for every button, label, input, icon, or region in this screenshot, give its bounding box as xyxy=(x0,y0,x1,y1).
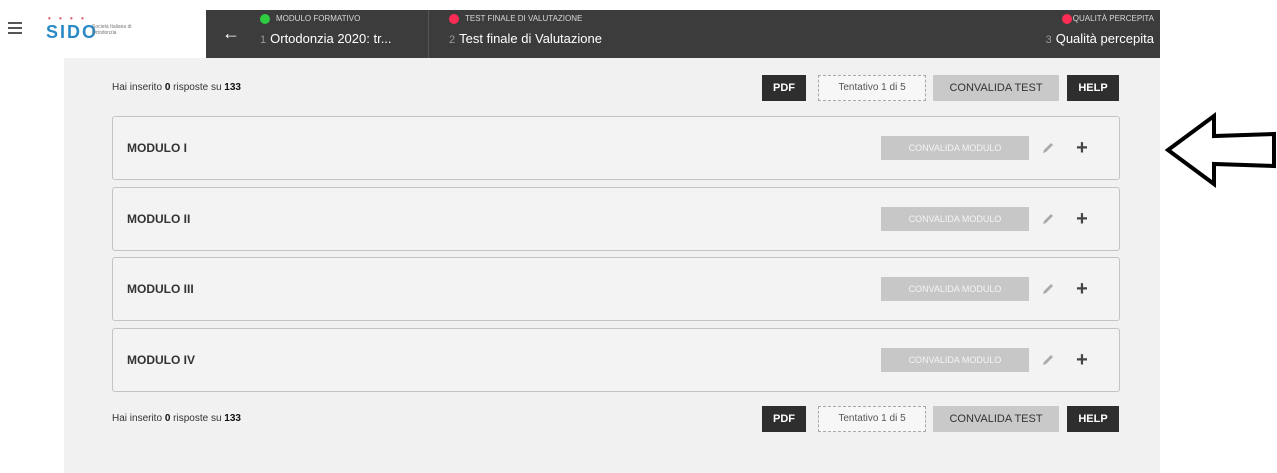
main-content: Hai inserito 0 risposte su 133 PDF Tenta… xyxy=(64,58,1160,473)
status-dot-icon xyxy=(260,14,270,24)
hamburger-menu-icon[interactable] xyxy=(8,22,22,34)
status-dot-icon xyxy=(1062,14,1072,24)
module-card[interactable]: MODULO III CONVALIDA MODULO + xyxy=(112,257,1120,321)
answers-summary: Hai inserito 0 risposte su 133 xyxy=(112,413,241,424)
pdf-button[interactable]: PDF xyxy=(762,406,806,432)
left-arrow-annotation-icon xyxy=(1164,112,1276,188)
summary-row-bottom: Hai inserito 0 risposte su 133 PDF Tenta… xyxy=(64,403,1160,437)
help-button[interactable]: HELP xyxy=(1067,75,1119,101)
module-card[interactable]: MODULO II CONVALIDA MODULO + xyxy=(112,187,1120,251)
module-card[interactable]: MODULO I CONVALIDA MODULO + xyxy=(112,116,1120,180)
back-arrow-icon[interactable]: ← xyxy=(222,24,240,42)
step-category: QUALITÀ PERCEPITA xyxy=(1072,14,1154,23)
step-number: 2 xyxy=(449,34,456,46)
expand-plus-icon[interactable]: + xyxy=(1073,136,1091,160)
course-step-bar: ← MODULO FORMATIVO 1 Ortodonzia 2020: tr.… xyxy=(206,10,1160,58)
step-modulo-formativo[interactable]: MODULO FORMATIVO 1 Ortodonzia 2020: tr... xyxy=(260,10,420,58)
validate-test-button[interactable]: CONVALIDA TEST xyxy=(933,75,1059,101)
step-category: MODULO FORMATIVO xyxy=(276,14,361,23)
step-qualita-percepita[interactable]: QUALITÀ PERCEPITA 3 Qualità percepita xyxy=(1012,10,1160,58)
step-number: 1 xyxy=(260,34,267,46)
expand-plus-icon[interactable]: + xyxy=(1073,277,1091,301)
expand-plus-icon[interactable]: + xyxy=(1073,348,1091,372)
logo-text: SIDO xyxy=(46,22,99,42)
validate-module-button[interactable]: CONVALIDA MODULO xyxy=(881,207,1029,231)
module-title: MODULO III xyxy=(127,282,194,296)
top-bar: • • • • SIDO Società Italiana di Ortodon… xyxy=(0,0,1277,60)
pencil-icon[interactable] xyxy=(1039,280,1057,298)
pencil-icon[interactable] xyxy=(1039,351,1057,369)
module-card[interactable]: MODULO IV CONVALIDA MODULO + xyxy=(112,328,1120,392)
sido-logo[interactable]: • • • • SIDO Società Italiana di Ortodon… xyxy=(46,14,146,46)
step-title: Ortodonzia 2020: tr... xyxy=(270,31,392,46)
pdf-button[interactable]: PDF xyxy=(762,75,806,101)
help-button[interactable]: HELP xyxy=(1067,406,1119,432)
module-title: MODULO IV xyxy=(127,353,195,367)
module-title: MODULO II xyxy=(127,212,191,226)
step-number: 3 xyxy=(1045,34,1052,46)
module-title: MODULO I xyxy=(127,141,187,155)
summary-row-top: Hai inserito 0 risposte su 133 PDF Tenta… xyxy=(64,72,1160,106)
validate-module-button[interactable]: CONVALIDA MODULO xyxy=(881,348,1029,372)
step-title: Test finale di Valutazione xyxy=(459,31,602,46)
validate-module-button[interactable]: CONVALIDA MODULO xyxy=(881,136,1029,160)
attempt-counter: Tentativo 1 di 5 xyxy=(818,406,926,432)
expand-plus-icon[interactable]: + xyxy=(1073,207,1091,231)
status-dot-icon xyxy=(449,14,459,24)
step-category: TEST FINALE DI VALUTAZIONE xyxy=(465,14,583,23)
pencil-icon[interactable] xyxy=(1039,210,1057,228)
validate-module-button[interactable]: CONVALIDA MODULO xyxy=(881,277,1029,301)
attempt-counter: Tentativo 1 di 5 xyxy=(818,75,926,101)
validate-test-button[interactable]: CONVALIDA TEST xyxy=(933,406,1059,432)
step-title: Qualità percepita xyxy=(1055,31,1154,46)
answers-summary: Hai inserito 0 risposte su 133 xyxy=(112,82,241,93)
logo-subtitle: Società Italiana di Ortodonzia xyxy=(92,24,132,36)
pencil-icon[interactable] xyxy=(1039,139,1057,157)
step-test-finale[interactable]: TEST FINALE DI VALUTAZIONE 2 Test finale … xyxy=(428,10,668,58)
